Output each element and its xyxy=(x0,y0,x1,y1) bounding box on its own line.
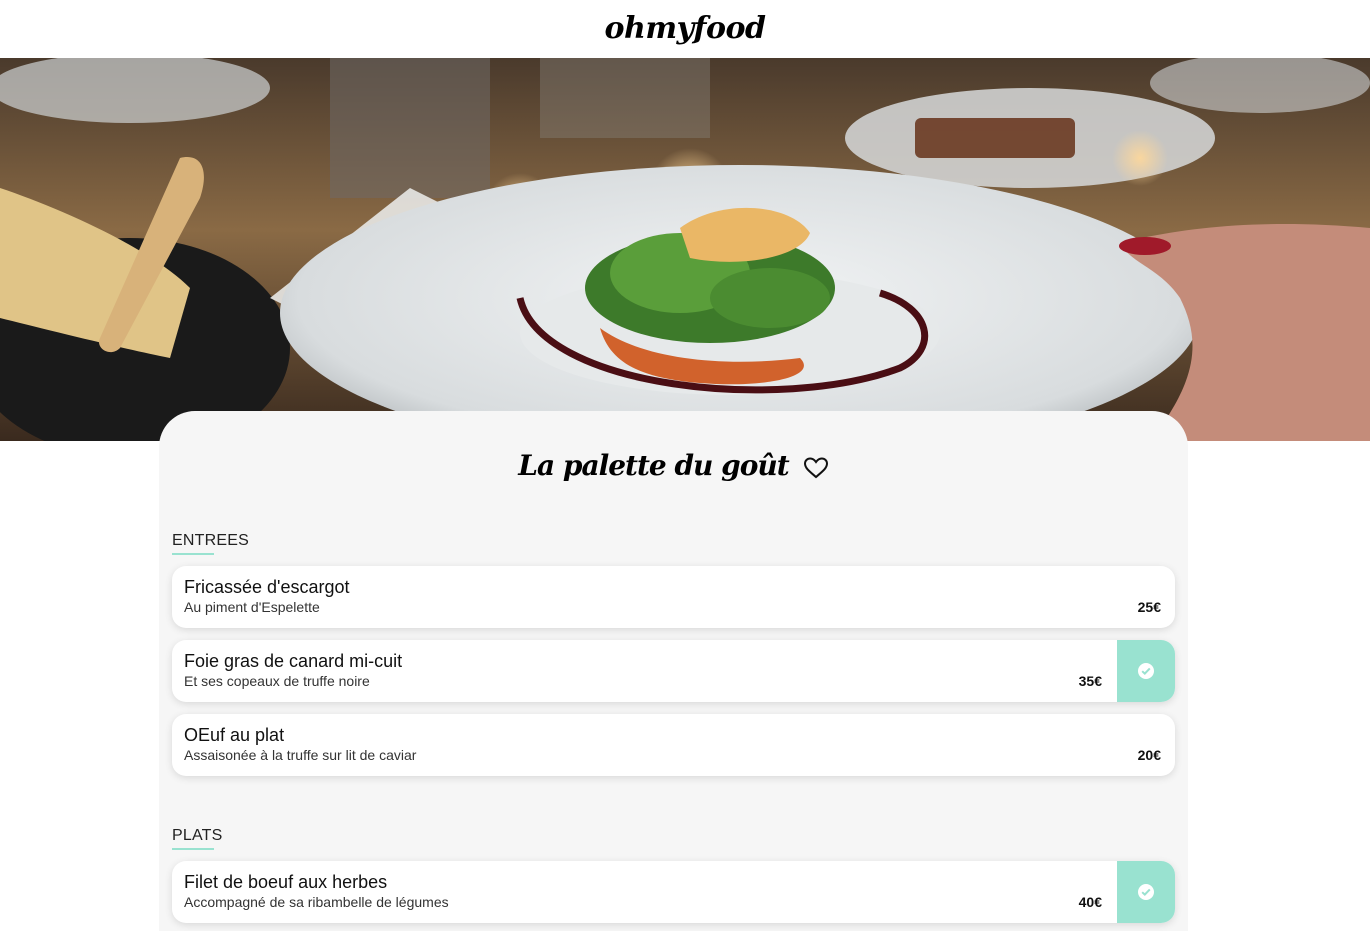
menu-sheet: La palette du goût ENTREES Fricassée d'e… xyxy=(159,411,1188,931)
dish-name: Foie gras de canard mi-cuit xyxy=(184,651,403,671)
menu-item-card[interactable]: Foie gras de canard mi-cuit Et ses copea… xyxy=(172,640,1175,702)
selected-check-panel[interactable] xyxy=(1117,640,1175,702)
logo[interactable]: ohmyfood xyxy=(605,11,766,46)
check-circle-icon xyxy=(1138,663,1154,679)
menu-item-card[interactable]: Filet de boeuf aux herbes Accompagné de … xyxy=(172,861,1175,923)
menu-item-card[interactable]: Fricassée d'escargot Au piment d'Espelet… xyxy=(172,566,1175,628)
dish-price: 20€ xyxy=(1137,747,1161,763)
dish-price: 25€ xyxy=(1137,599,1161,615)
dish-description: Au piment d'Espelette xyxy=(184,599,320,615)
section-label-plats: PLATS xyxy=(172,827,223,850)
hero-image xyxy=(0,58,1370,441)
dish-name: OEuf au plat xyxy=(184,725,285,745)
heart-outline-icon[interactable] xyxy=(803,456,829,480)
plated-dish-photo xyxy=(0,58,1370,441)
dish-description: Accompagné de sa ribambelle de légumes xyxy=(184,894,449,910)
selected-check-panel[interactable] xyxy=(1117,861,1175,923)
dish-price: 35€ xyxy=(1078,673,1102,689)
dish-name: Fricassée d'escargot xyxy=(184,577,350,597)
section-label-entrees: ENTREES xyxy=(172,532,249,555)
dish-description: Et ses copeaux de truffe noire xyxy=(184,673,370,689)
restaurant-title-row: La palette du goût xyxy=(159,449,1188,482)
menu-item-card[interactable]: OEuf au plat Assaisonée à la truffe sur … xyxy=(172,714,1175,776)
restaurant-name: La palette du goût xyxy=(518,449,789,482)
dish-description: Assaisonée à la truffe sur lit de caviar xyxy=(184,747,417,763)
check-circle-icon xyxy=(1138,884,1154,900)
dish-price: 40€ xyxy=(1078,894,1102,910)
dish-name: Filet de boeuf aux herbes xyxy=(184,872,388,892)
site-header: ohmyfood xyxy=(0,0,1370,58)
